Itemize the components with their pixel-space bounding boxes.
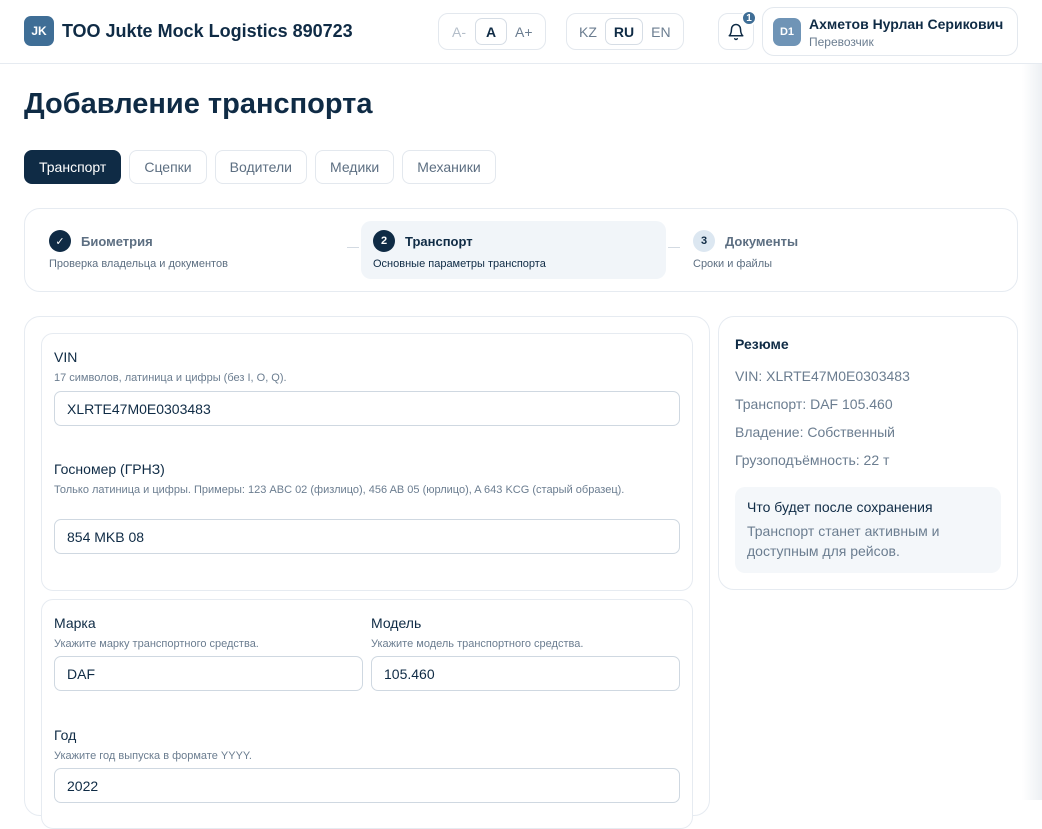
summary-title: Резюме xyxy=(735,336,789,352)
step-title: Документы xyxy=(725,234,799,249)
model-hint: Укажите модель транспортного средства. xyxy=(371,638,584,650)
user-menu[interactable]: D1 Ахметов Нурлан Серикович Перевозчик xyxy=(762,7,1018,56)
model-label: Модель xyxy=(371,615,422,631)
entity-tabs: Транспорт Сцепки Водители Медики Механик… xyxy=(24,150,496,184)
step-subtitle: Основные параметры транспорта xyxy=(373,258,546,270)
plate-label: Госномер (ГРНЗ) xyxy=(54,461,165,477)
vin-input[interactable]: XLRTE47M0E0303483 xyxy=(54,391,680,426)
step-number: 2 xyxy=(373,230,395,252)
transport-form: VIN 17 символов, латиница и цифры (без I… xyxy=(24,316,710,829)
year-hint: Укажите год выпуска в формате YYYY. xyxy=(54,750,252,762)
company-name: ТОО Jukte Mock Logistics 890723 xyxy=(62,21,353,41)
lang-kz-button[interactable]: KZ xyxy=(571,18,605,45)
summary-capacity: Грузоподъёмность: 22 т xyxy=(735,452,890,468)
wizard-stepper: ✓ Биометрия Проверка владельца и докумен… xyxy=(24,208,1018,292)
user-role: Перевозчик xyxy=(809,35,874,49)
brand-hint: Укажите марку транспортного средства. xyxy=(54,638,259,650)
bell-icon xyxy=(728,23,744,40)
step-title: Биометрия xyxy=(81,234,153,249)
scroll-shadow xyxy=(1022,64,1042,800)
year-input[interactable]: 2022 xyxy=(54,768,680,803)
brand-input[interactable]: DAF xyxy=(54,656,363,691)
vehicle-group: Марка Укажите марку транспортного средст… xyxy=(41,599,693,829)
tab-mechanics[interactable]: Механики xyxy=(402,150,496,184)
plate-hint: Только латиница и цифры. Примеры: 123 AB… xyxy=(54,484,625,496)
step-subtitle: Сроки и файлы xyxy=(693,258,773,270)
tab-trailers[interactable]: Сцепки xyxy=(129,150,207,184)
font-size-switcher: A- A A+ xyxy=(438,13,546,50)
font-decrease-button[interactable]: A- xyxy=(443,18,475,45)
step-number: 3 xyxy=(693,230,715,252)
user-name: Ахметов Нурлан Серикович xyxy=(809,16,1004,32)
model-input[interactable]: 105.460 xyxy=(371,656,680,691)
tab-transport[interactable]: Транспорт xyxy=(24,150,122,184)
avatar: D1 xyxy=(773,18,801,46)
summary-panel: Резюме VIN: XLRTE47M0E0303483 Транспорт:… xyxy=(718,316,1018,590)
top-bar: JK ТОО Jukte Mock Logistics 890723 A- A … xyxy=(0,0,1042,64)
tab-medics[interactable]: Медики xyxy=(315,150,395,184)
summary-vin: VIN: XLRTE47M0E0303483 xyxy=(735,368,910,384)
after-save-text: Транспорт станет активным и доступным дл… xyxy=(747,523,940,559)
notification-count-badge: 1 xyxy=(741,10,757,26)
step-subtitle: Проверка владельца и документов xyxy=(49,258,228,270)
vin-hint: 17 символов, латиница и цифры (без I, O,… xyxy=(54,372,287,384)
font-increase-button[interactable]: A+ xyxy=(507,18,541,45)
language-switcher: KZ RU EN xyxy=(566,13,684,50)
year-label: Год xyxy=(54,727,77,743)
plate-input[interactable]: 854 MKB 08 xyxy=(54,519,680,554)
check-icon: ✓ xyxy=(49,230,71,252)
step-documents[interactable]: 3 Документы Сроки и файлы xyxy=(681,221,981,279)
page-title: Добавление транспорта xyxy=(24,88,373,120)
vin-label: VIN xyxy=(54,349,78,365)
tab-drivers[interactable]: Водители xyxy=(214,150,307,184)
summary-ownership: Владение: Собственный xyxy=(735,424,895,440)
font-normal-button[interactable]: A xyxy=(475,18,507,45)
step-connector xyxy=(668,247,680,248)
step-biometry[interactable]: ✓ Биометрия Проверка владельца и докумен… xyxy=(37,221,347,279)
step-title: Транспорт xyxy=(405,234,473,249)
step-connector xyxy=(347,247,359,248)
after-save-note: Что будет после сохранения Транспорт ста… xyxy=(735,487,1001,573)
step-transport[interactable]: 2 Транспорт Основные параметры транспорт… xyxy=(361,221,666,279)
identity-group: VIN 17 символов, латиница и цифры (без I… xyxy=(41,333,693,591)
lang-ru-button[interactable]: RU xyxy=(604,18,644,45)
after-save-title: Что будет после сохранения xyxy=(747,499,933,515)
summary-transport: Транспорт: DAF 105.460 xyxy=(735,396,893,412)
brand-label: Марка xyxy=(54,615,96,631)
lang-en-button[interactable]: EN xyxy=(643,18,678,45)
company-logo: JK xyxy=(24,16,54,46)
